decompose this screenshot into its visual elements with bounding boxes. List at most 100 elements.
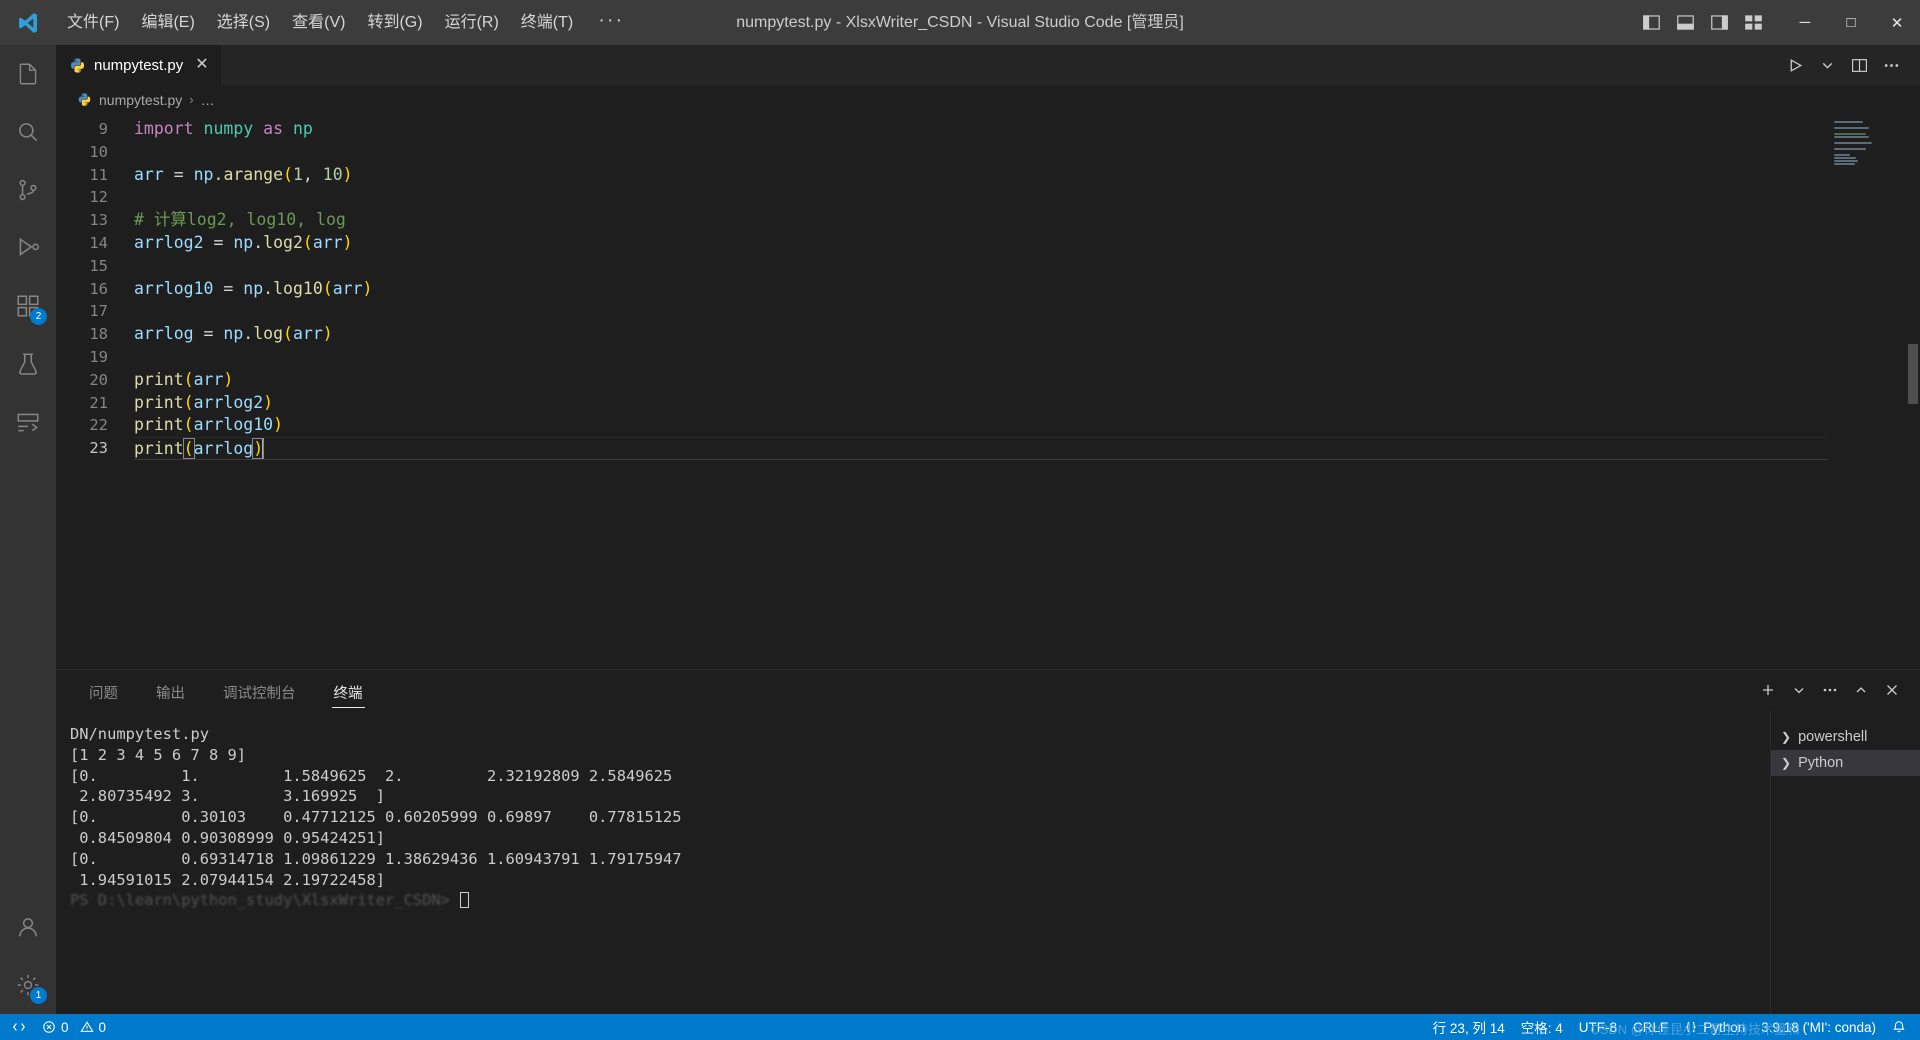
title-bar: 文件(F) 编辑(E) 选择(S) 查看(V) 转到(G) 运行(R) 终端(T…	[0, 0, 1920, 45]
status-eol[interactable]: CRLF	[1625, 1014, 1676, 1040]
sidebar-item-extensions[interactable]: 2	[0, 277, 56, 335]
status-remote-indicator[interactable]	[4, 1014, 34, 1040]
sidebar-item-testing[interactable]	[0, 335, 56, 393]
status-notifications[interactable]	[1884, 1014, 1914, 1040]
menu-go[interactable]: 转到(G)	[356, 0, 433, 45]
line-number: 14	[89, 233, 108, 252]
new-terminal-icon[interactable]	[1754, 676, 1782, 704]
code-token: (	[302, 232, 313, 252]
more-actions-icon[interactable]	[1876, 50, 1906, 80]
sidebar-item-accounts[interactable]	[0, 898, 56, 956]
status-language-mode[interactable]: Python	[1676, 1014, 1753, 1040]
code-line[interactable]: 14 arrlog2 = np.log2(arr)	[56, 232, 1828, 255]
code-line[interactable]: 12	[56, 186, 1828, 209]
menu-file[interactable]: 文件(F)	[56, 0, 130, 45]
editor-scrollbar-thumb[interactable]	[1908, 344, 1918, 404]
code-text: arrlog2 = np.log2(arr)	[134, 232, 1828, 255]
panel: 问题 输出 调试控制台 终端 DN/numpytest.py [1 2 3 4 …	[56, 669, 1920, 1014]
code-editor[interactable]: 9 import numpy as np 10 11 arr = np.arange(1…	[56, 114, 1828, 669]
terminal-item-python[interactable]: ❯ Python	[1771, 750, 1920, 776]
tab-problems[interactable]: 问题	[77, 670, 130, 710]
terminal-item-powershell[interactable]: ❯ powershell	[1771, 724, 1920, 750]
maximize-panel-icon[interactable]	[1847, 676, 1875, 704]
code-line[interactable]: 19	[56, 346, 1828, 369]
chevron-down-icon[interactable]	[1785, 676, 1813, 704]
close-icon[interactable]: ✕	[195, 57, 208, 73]
terminal-line: [0. 1. 1.5849625 2. 2.32192809 2.5849625	[70, 766, 673, 785]
code-text: import numpy as np	[134, 118, 1828, 141]
tab-numpytest-py[interactable]: numpytest.py ✕	[56, 45, 221, 85]
status-python-interpreter[interactable]: 3.9.18 ('MI': conda)	[1753, 1014, 1884, 1040]
breadcrumb-file[interactable]: numpytest.py	[99, 92, 182, 108]
tab-output[interactable]: 输出	[144, 670, 197, 710]
customize-layout-icon[interactable]	[1738, 8, 1768, 38]
code-token: import	[134, 119, 194, 138]
chevron-right-icon: ❯	[1781, 756, 1792, 770]
code-line[interactable]: 10	[56, 141, 1828, 164]
menu-selection[interactable]: 选择(S)	[206, 0, 281, 45]
code-line[interactable]: 16 arrlog10 = np.log10(arr)	[56, 278, 1828, 301]
sidebar-item-explorer[interactable]	[0, 45, 56, 103]
minimap-line	[1834, 154, 1850, 156]
python-file-icon	[77, 92, 92, 107]
status-indentation[interactable]: 空格: 4	[1513, 1014, 1571, 1040]
code-text: # 计算log2, log10, log	[134, 209, 1828, 232]
line-number: 23	[89, 439, 108, 458]
code-line[interactable]: 23 print(arrlog)	[56, 437, 1828, 460]
menu-terminal[interactable]: 终端(T)	[510, 0, 584, 45]
breadcrumb[interactable]: numpytest.py › …	[56, 85, 1920, 114]
code-token: (	[183, 369, 194, 389]
status-encoding[interactable]: UTF-8	[1571, 1014, 1625, 1040]
tab-debug-console[interactable]: 调试控制台	[211, 670, 308, 710]
code-line[interactable]: 18 arrlog = np.log(arr)	[56, 323, 1828, 346]
line-number: 9	[98, 120, 108, 138]
close-panel-icon[interactable]	[1878, 676, 1906, 704]
code-line[interactable]: 11 arr = np.arange(1, 10)	[56, 164, 1828, 187]
tab-terminal[interactable]: 终端	[322, 670, 375, 710]
status-cursor-position[interactable]: 行 23, 列 14	[1425, 1014, 1513, 1040]
python-file-icon	[69, 57, 86, 74]
minimap[interactable]	[1828, 114, 1920, 669]
code-token: (	[283, 324, 293, 344]
terminal-item-label: powershell	[1798, 729, 1868, 745]
breadcrumb-ellipsis[interactable]: …	[201, 92, 215, 108]
toggle-panel-icon[interactable]	[1670, 8, 1700, 38]
window-maximize-button[interactable]: □	[1828, 0, 1874, 45]
code-text: print(arrlog10)	[134, 414, 1828, 437]
window-minimize-button[interactable]: ─	[1782, 0, 1828, 45]
code-line[interactable]: 20 print(arr)	[56, 369, 1828, 392]
code-line[interactable]: 15	[56, 255, 1828, 278]
code-line[interactable]: 21 print(arrlog2)	[56, 392, 1828, 415]
menu-run[interactable]: 运行(R)	[434, 0, 510, 45]
sidebar-item-source-control[interactable]	[0, 161, 56, 219]
terminal-cursor	[459, 892, 469, 909]
status-problems[interactable]: 0 0	[34, 1014, 114, 1040]
code-line[interactable]: 17	[56, 300, 1828, 323]
toggle-secondary-sidebar-icon[interactable]	[1704, 8, 1734, 38]
line-number: 21	[89, 393, 108, 412]
terminal-item-label: Python	[1798, 755, 1844, 771]
sidebar-item-run-and-debug[interactable]	[0, 219, 56, 277]
terminal-output[interactable]: DN/numpytest.py [1 2 3 4 5 6 7 8 9] [0. 1.…	[56, 710, 1770, 1014]
code-token: np	[233, 232, 254, 252]
split-editor-icon[interactable]	[1844, 50, 1874, 80]
chevron-down-icon[interactable]	[1812, 50, 1842, 80]
sidebar-item-settings[interactable]: 1	[0, 956, 56, 1014]
sidebar-item-search[interactable]	[0, 103, 56, 161]
code-line[interactable]: 13 # 计算log2, log10, log	[56, 209, 1828, 232]
sidebar-item-remote-explorer[interactable]	[0, 393, 56, 451]
code-line[interactable]: 9 import numpy as np	[56, 118, 1828, 141]
code-token: arrlog10	[134, 278, 214, 298]
menu-view[interactable]: 查看(V)	[281, 0, 356, 45]
menu-edit[interactable]: 编辑(E)	[130, 0, 205, 45]
toggle-primary-sidebar-icon[interactable]	[1636, 8, 1666, 38]
code-line[interactable]: 22 print(arrlog10)	[56, 414, 1828, 437]
line-number: 20	[89, 370, 108, 389]
code-text: arrlog = np.log(arr)	[134, 323, 1828, 346]
run-python-file-icon[interactable]	[1780, 50, 1810, 80]
panel-tab-bar: 问题 输出 调试控制台 终端	[56, 670, 1920, 710]
more-actions-icon[interactable]	[1816, 676, 1844, 704]
window-close-button[interactable]: ✕	[1874, 0, 1920, 45]
menu-more-icon[interactable]: ···	[584, 0, 638, 45]
